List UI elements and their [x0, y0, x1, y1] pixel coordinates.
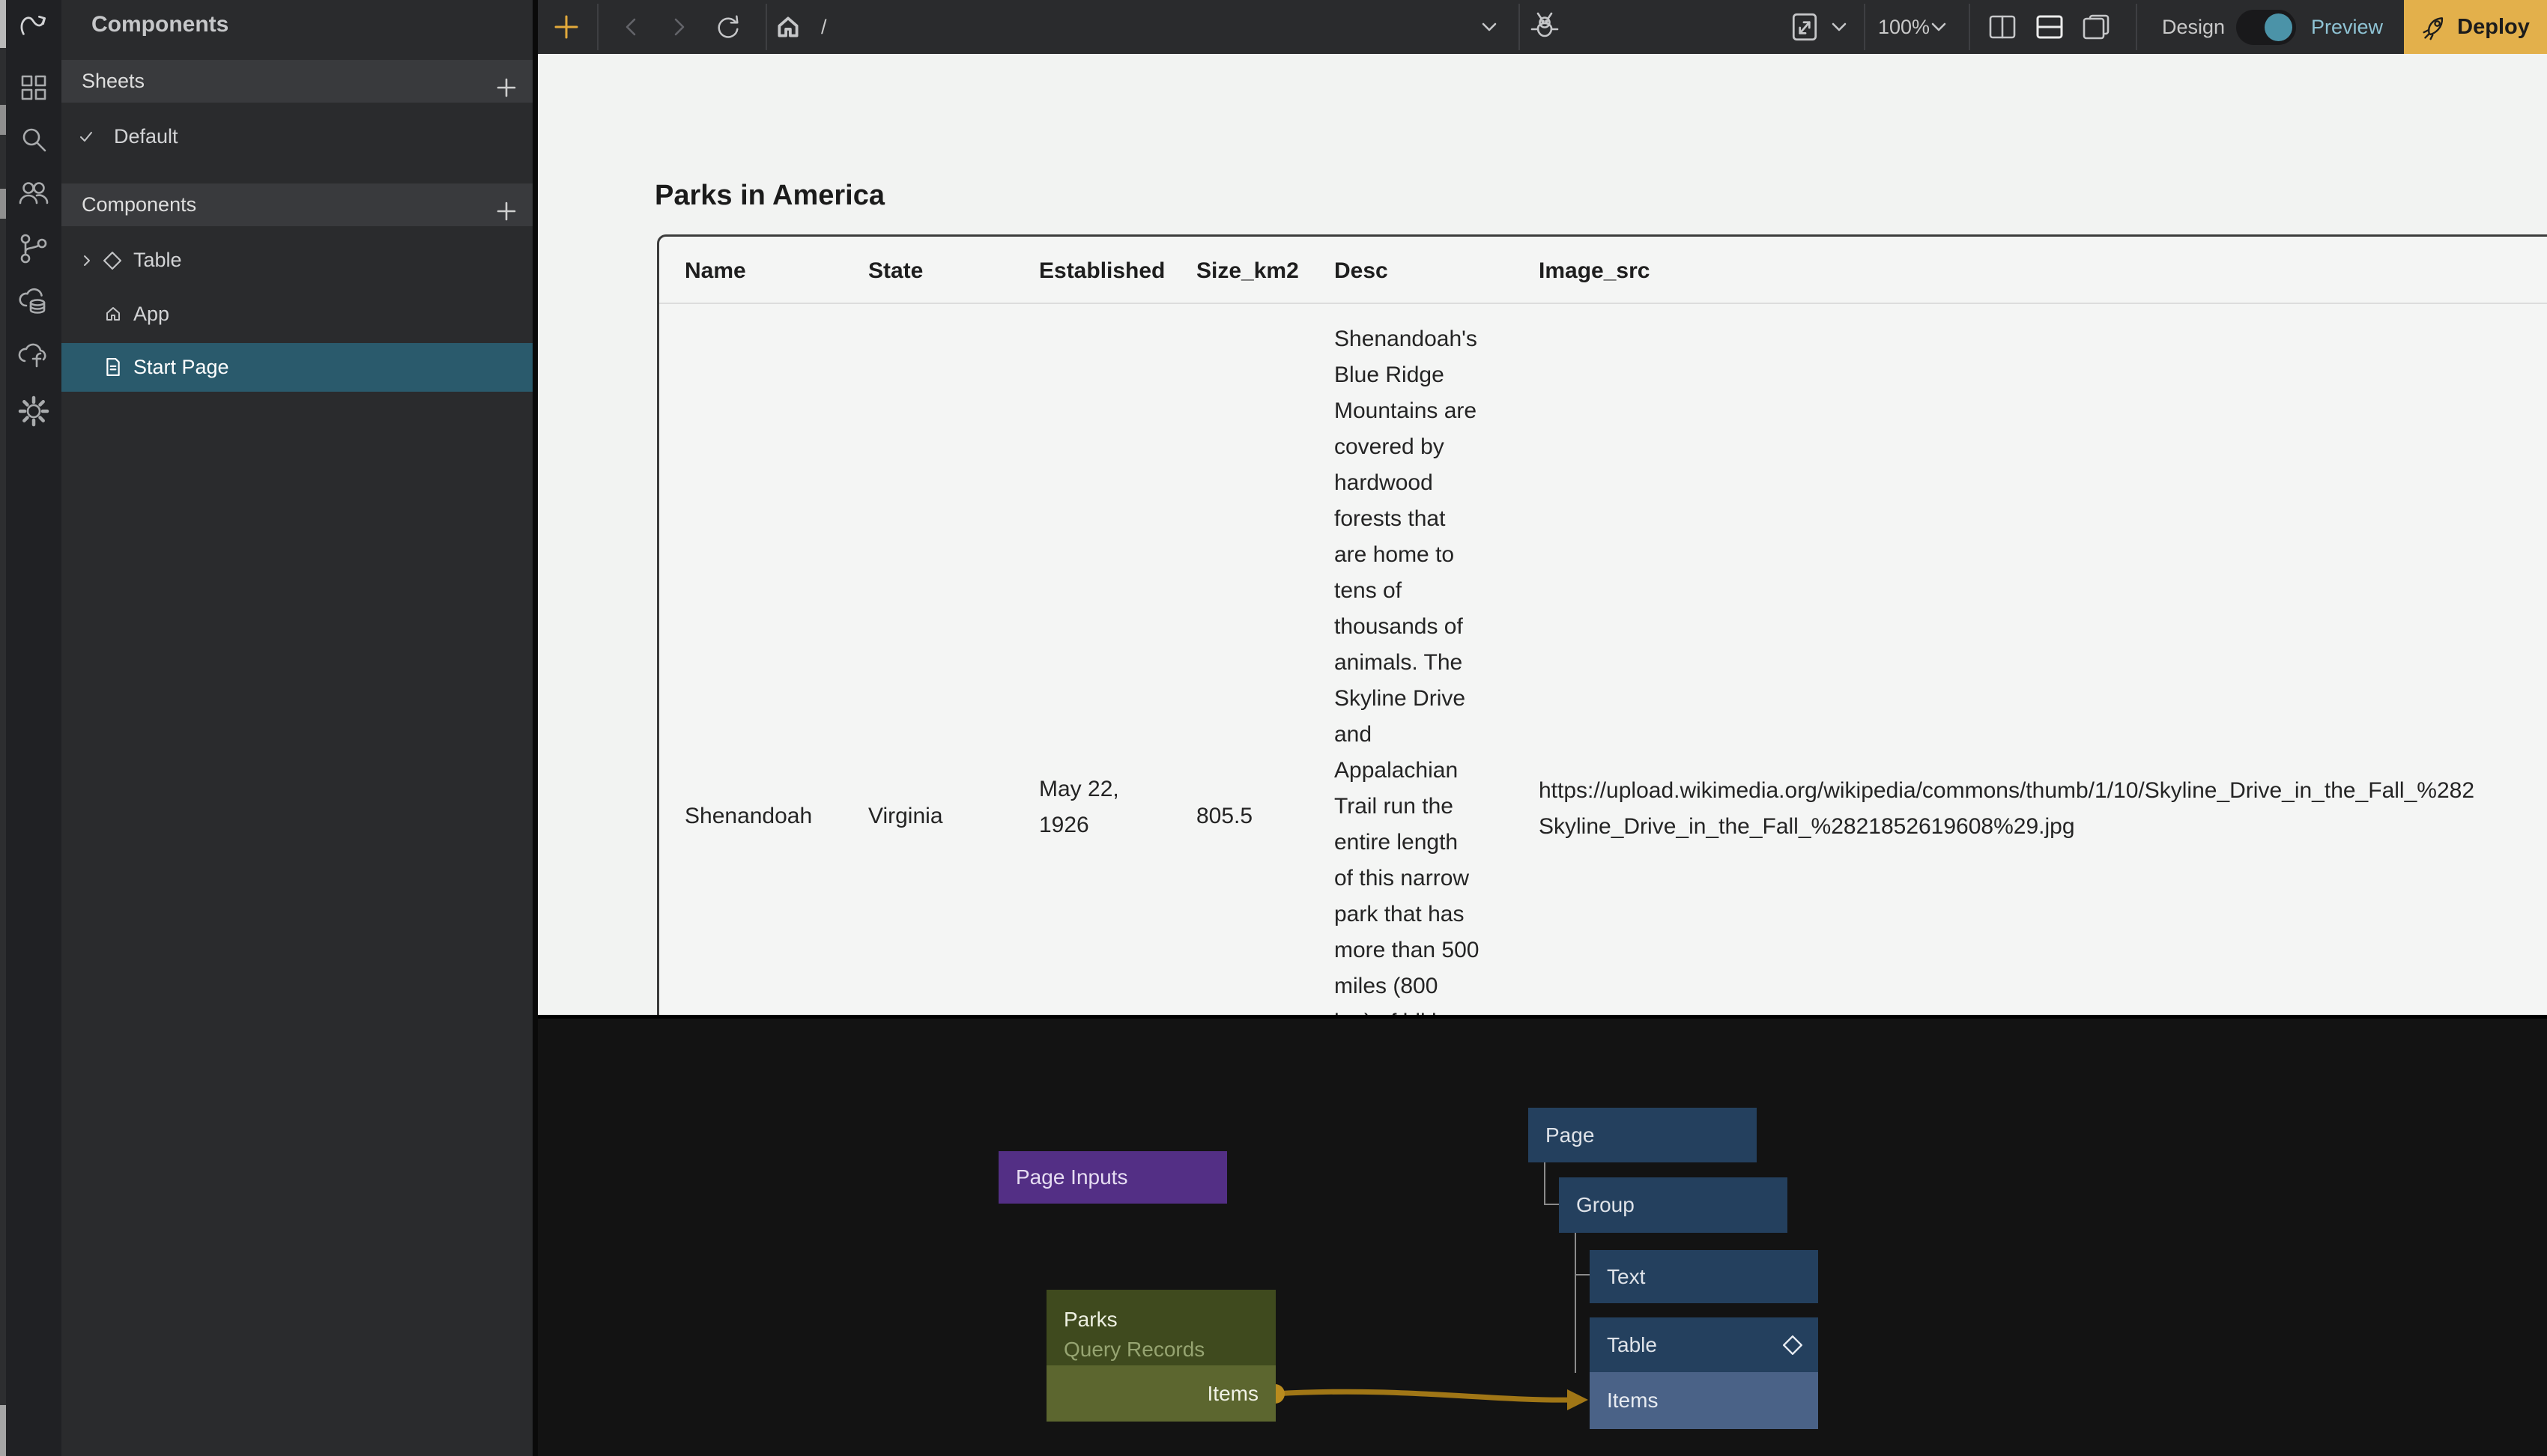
design-preview-toggle[interactable] [2236, 10, 2296, 45]
component-item-app[interactable]: App [61, 290, 533, 338]
check-icon [78, 129, 94, 145]
layout-rows-icon[interactable] [2032, 9, 2068, 45]
column-header-state: State [868, 256, 923, 286]
layout-stack-icon[interactable] [2078, 9, 2114, 45]
flow-tree-node-text[interactable]: Text [1590, 1250, 1818, 1303]
page-heading[interactable]: Parks in America [655, 180, 885, 212]
flow-node-parks-items-port[interactable]: Items [1047, 1365, 1276, 1422]
nav-back-button[interactable] [614, 9, 649, 45]
add-component-button[interactable] [496, 194, 517, 215]
add-sheet-button[interactable] [496, 70, 517, 91]
panel-title: Components [91, 12, 228, 37]
home-route-button[interactable] [770, 9, 806, 45]
flow-node-page-inputs[interactable]: Page Inputs [999, 1151, 1227, 1204]
design-canvas[interactable]: Parks in America Name State Established … [538, 54, 2547, 1015]
version-branch-icon[interactable] [16, 231, 52, 267]
cell-established: May 22,1926 [1039, 771, 1119, 843]
parks-table[interactable]: Name State Established Size_km2 Desc Ima… [657, 234, 2547, 1015]
flow-node-parks-query[interactable]: Parks Query Records [1047, 1290, 1276, 1365]
flow-wires [538, 1015, 2547, 1456]
settings-gear-icon[interactable] [16, 393, 52, 429]
cell-state: Virginia [868, 801, 943, 832]
query-node-subtitle: Query Records [1064, 1335, 1205, 1365]
app-window: Components Sheets Default Components Tab… [0, 0, 2547, 1456]
reload-button[interactable] [709, 9, 745, 45]
component-item-start-page[interactable]: Start Page [61, 343, 533, 392]
components-section-header[interactable]: Components [61, 183, 533, 226]
home-icon [105, 306, 121, 322]
flow-tree-node-group[interactable]: Group [1559, 1177, 1787, 1233]
chevron-right-icon[interactable] [81, 255, 93, 267]
debug-bug-icon[interactable] [1527, 9, 1563, 45]
sheet-item-default[interactable]: Default [61, 112, 533, 160]
viewport-size-icon[interactable] [1787, 9, 1823, 45]
cell-size: 805.5 [1196, 801, 1253, 832]
header-separator [659, 303, 2547, 304]
flow-tree-node-items[interactable]: Items [1590, 1372, 1818, 1429]
window-edge [0, 0, 6, 1456]
viewport-dropdown-chevron-icon[interactable] [1821, 9, 1857, 45]
column-header-size: Size_km2 [1196, 256, 1299, 286]
column-header-image-src: Image_src [1539, 256, 1650, 286]
connection-arrowhead-icon [1567, 1389, 1588, 1410]
data-flow-panel[interactable]: Page Inputs Parks Query Records Items Pa… [538, 1015, 2547, 1456]
search-icon[interactable] [16, 121, 52, 157]
cloud-database-icon[interactable] [16, 284, 52, 320]
sheets-section-header[interactable]: Sheets [61, 60, 533, 103]
layout-columns-icon[interactable] [1984, 9, 2020, 45]
nav-forward-button[interactable] [661, 9, 697, 45]
top-toolbar: / 100% Design P [538, 0, 2547, 54]
app-logo-icon[interactable] [16, 10, 52, 46]
zoom-dropdown-chevron-icon[interactable] [1921, 9, 1957, 45]
panel-divider [533, 0, 538, 1456]
component-item-table[interactable]: Table [61, 236, 533, 284]
flow-tree-node-table[interactable]: Table [1590, 1317, 1818, 1372]
users-icon[interactable] [16, 175, 52, 211]
column-header-desc: Desc [1334, 256, 1388, 286]
route-dropdown-chevron-icon[interactable] [1471, 9, 1507, 45]
column-header-name: Name [685, 256, 746, 286]
pages-grid-icon[interactable] [16, 70, 52, 106]
cell-image-src: https://upload.wikimedia.org/wikipedia/c… [1539, 773, 2474, 845]
toggle-knob [2265, 13, 2292, 41]
page-icon [105, 358, 121, 376]
column-header-established: Established [1039, 256, 1165, 286]
flow-tree-node-page[interactable]: Page [1528, 1108, 1757, 1162]
diamond-icon [1783, 1335, 1802, 1355]
components-panel: Components Sheets Default Components Tab… [61, 0, 533, 1456]
items-connection-edge [1275, 1392, 1573, 1400]
preview-mode-label[interactable]: Preview [2311, 0, 2383, 54]
cell-name: Shenandoah [685, 801, 812, 832]
icon-rail [6, 0, 61, 1456]
design-mode-label[interactable]: Design [2162, 0, 2225, 54]
route-path[interactable]: / [821, 0, 827, 54]
query-node-title: Parks [1064, 1305, 1205, 1335]
cloud-function-icon[interactable] [16, 338, 52, 374]
rocket-icon [2421, 13, 2448, 40]
cell-desc: Shenandoah'sBlue RidgeMountains arecover… [1334, 321, 1479, 1015]
add-element-button[interactable] [548, 9, 584, 45]
diamond-icon [103, 252, 121, 270]
deploy-button[interactable]: Deploy [2404, 0, 2547, 54]
